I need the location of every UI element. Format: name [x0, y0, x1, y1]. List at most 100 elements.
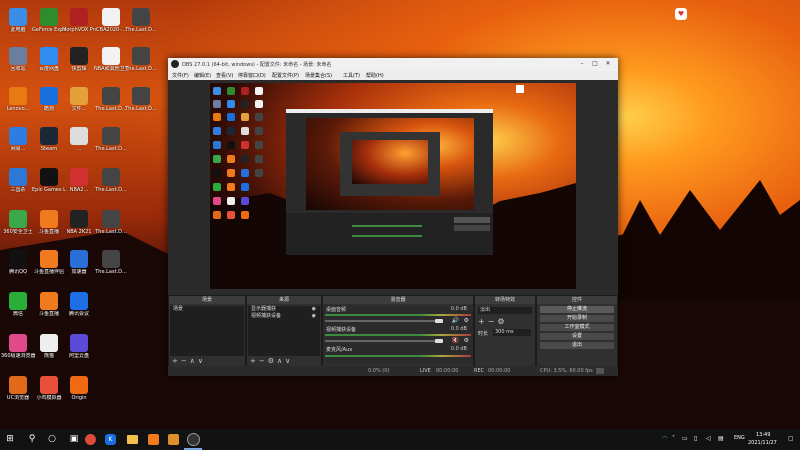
desktop-icon[interactable]: NBA和其他卫生	[94, 47, 128, 72]
desktop-icon[interactable]: The.Last.D...	[94, 250, 128, 275]
desktop-icon[interactable]: 微信	[1, 292, 35, 317]
desktop-icon[interactable]: 腾讯QQ	[1, 250, 35, 275]
remove-transition-button[interactable]: −	[488, 317, 498, 326]
desktop-icon[interactable]: 快剪辑	[62, 47, 96, 72]
battery-icon[interactable]: ▯	[694, 435, 697, 442]
desktop-icon[interactable]: Origin	[62, 376, 96, 401]
desktop-icon[interactable]: UC浏览器	[1, 376, 35, 401]
douyu-icon[interactable]	[148, 434, 159, 445]
desktop-icon[interactable]: The.Last.D...	[124, 8, 158, 33]
menu-docks[interactable]: 停靠窗口(D)	[238, 72, 266, 79]
transition-settings-icon[interactable]: ⚙	[497, 317, 507, 326]
desktop-icon[interactable]: GeForce Experience	[32, 8, 66, 33]
desktop-icon[interactable]: The.Last.D...	[124, 87, 158, 112]
desktop-icon[interactable]: 360安全卫士	[1, 210, 35, 235]
desktop-icon[interactable]: NBA2...	[62, 168, 96, 193]
muted-speaker-icon[interactable]: 🔇	[452, 337, 459, 344]
menu-scene-collection[interactable]: 场景集合(S)	[305, 72, 332, 79]
volume-slider[interactable]	[325, 320, 443, 322]
move-down-button[interactable]: ∨	[198, 357, 206, 365]
obs-icon[interactable]	[187, 433, 200, 446]
clock-date[interactable]: 2021/11/27	[748, 440, 777, 446]
duration-input[interactable]: 300 ms	[493, 329, 531, 336]
desktop-icon[interactable]: CBA2020-...	[94, 8, 128, 33]
desktop-icon[interactable]: 腾讯会议	[62, 292, 96, 317]
settings-button[interactable]: 设置	[540, 333, 614, 340]
volume-slider[interactable]	[325, 340, 443, 342]
desktop-icon[interactable]: 百度网盘	[32, 47, 66, 72]
desktop-icon[interactable]: 阿里云盘	[62, 334, 96, 359]
chevron-up-icon[interactable]: ˄	[672, 435, 675, 442]
desktop-icon[interactable]: ...	[62, 127, 96, 152]
desktop-icon[interactable]: 斗鱼直播伴侣	[32, 250, 66, 275]
desktop-icon[interactable]: 回收站	[1, 47, 35, 72]
desktop-icon[interactable]: The.Last.D...	[124, 47, 158, 72]
settings-gear-icon[interactable]: ⚙	[464, 337, 469, 344]
move-down-button[interactable]: ∨	[285, 357, 293, 365]
app-icon[interactable]	[168, 434, 179, 445]
add-transition-button[interactable]: +	[478, 317, 488, 326]
start-recording-button[interactable]: 开始录制	[540, 315, 614, 322]
file-explorer-icon[interactable]	[127, 435, 138, 444]
desktop-icon[interactable]: NBA 2K21	[62, 210, 96, 235]
settings-gear-icon[interactable]: ⚙	[464, 317, 469, 324]
notification-tray-icon[interactable]: ▤	[718, 435, 724, 442]
desktop-icon[interactable]: 此电脑	[1, 8, 35, 33]
desktop-icon[interactable]: The.Last.D...	[94, 168, 128, 193]
move-up-button[interactable]: ∧	[277, 357, 285, 365]
desktop-icon[interactable]: 三国杀	[1, 168, 35, 193]
search-icon[interactable]: ⚲	[25, 432, 39, 446]
desktop-icon[interactable]: 酷狗	[32, 87, 66, 112]
menu-file[interactable]: 文件(F)	[172, 72, 189, 79]
menu-edit[interactable]: 编辑(E)	[194, 72, 211, 79]
language-indicator[interactable]: ENG	[734, 435, 745, 441]
source-settings-icon[interactable]: ⚙	[268, 357, 277, 365]
desktop-icon[interactable]: 文件...	[62, 87, 96, 112]
move-up-button[interactable]: ∧	[190, 357, 198, 365]
speaker-icon[interactable]: 🔊	[452, 317, 459, 324]
desktop-icon[interactable]: MorphVOX Pro	[62, 8, 96, 33]
chrome-icon[interactable]	[85, 434, 96, 445]
desktop-icon[interactable]: 斗鱼直播	[32, 210, 66, 235]
obs-titlebar[interactable]: OBS 27.0.1 (64-bit, windows) - 配置文件: 未命名…	[168, 58, 618, 71]
desktop-icon[interactable]: Lenovo...	[1, 87, 35, 112]
volume-slider-handle[interactable]	[435, 339, 443, 343]
desktop-icon[interactable]: The.Last.D...	[94, 210, 128, 235]
kugou-icon[interactable]: K	[105, 434, 116, 445]
obs-window[interactable]: OBS 27.0.1 (64-bit, windows) - 配置文件: 未命名…	[168, 58, 618, 376]
menu-tools[interactable]: 工具(T)	[343, 72, 360, 79]
eye-icon[interactable]: ◉	[312, 313, 316, 320]
add-source-button[interactable]: +	[250, 357, 259, 365]
desktop-icon[interactable]: Steam	[32, 127, 66, 152]
desktop-icon[interactable]: The.Last.D...	[94, 87, 128, 112]
desktop-icon[interactable]: 小鸡模拟器	[32, 376, 66, 401]
network-icon[interactable]: ▭	[682, 435, 688, 442]
preview-canvas[interactable]	[210, 83, 576, 289]
scene-item[interactable]: 场景	[170, 306, 244, 313]
menu-profile[interactable]: 配置文件(P)	[272, 72, 299, 79]
source-item[interactable]: 显示器捕获 ◉	[248, 306, 320, 313]
clock-time[interactable]: 13:49	[756, 432, 770, 438]
stop-streaming-button[interactable]: 停止推流	[540, 306, 614, 313]
volume-icon[interactable]: ◁	[706, 435, 711, 442]
minimize-button[interactable]: –	[576, 60, 588, 67]
source-item[interactable]: 视频捕获设备 ◉	[248, 313, 320, 320]
desktop-icon[interactable]: 熊猫	[32, 334, 66, 359]
windows-start-icon[interactable]: ⊞	[3, 432, 17, 446]
menu-view[interactable]: 查看(V)	[216, 72, 233, 79]
desktop-icon[interactable]: 加速器	[62, 250, 96, 275]
desktop-icon[interactable]: 斗鱼直播	[32, 292, 66, 317]
eye-icon[interactable]: ◉	[312, 306, 316, 313]
wifi-icon[interactable]: ◠	[662, 435, 667, 442]
task-view-icon[interactable]: ○	[45, 432, 59, 446]
desktop-icon[interactable]: Epic Games Launcher	[32, 168, 66, 193]
task-view-icon-2[interactable]: ▣	[67, 432, 81, 446]
transition-select[interactable]: 淡出	[478, 307, 532, 314]
desktop-icon[interactable]: The.Last.D...	[94, 127, 128, 152]
action-center-icon[interactable]: ▢	[788, 435, 794, 442]
close-button[interactable]: ✕	[602, 60, 614, 67]
remove-scene-button[interactable]: −	[181, 357, 190, 365]
add-scene-button[interactable]: +	[172, 357, 181, 365]
studio-mode-button[interactable]: 工作室模式	[540, 324, 614, 331]
menu-help[interactable]: 帮助(H)	[366, 72, 384, 79]
